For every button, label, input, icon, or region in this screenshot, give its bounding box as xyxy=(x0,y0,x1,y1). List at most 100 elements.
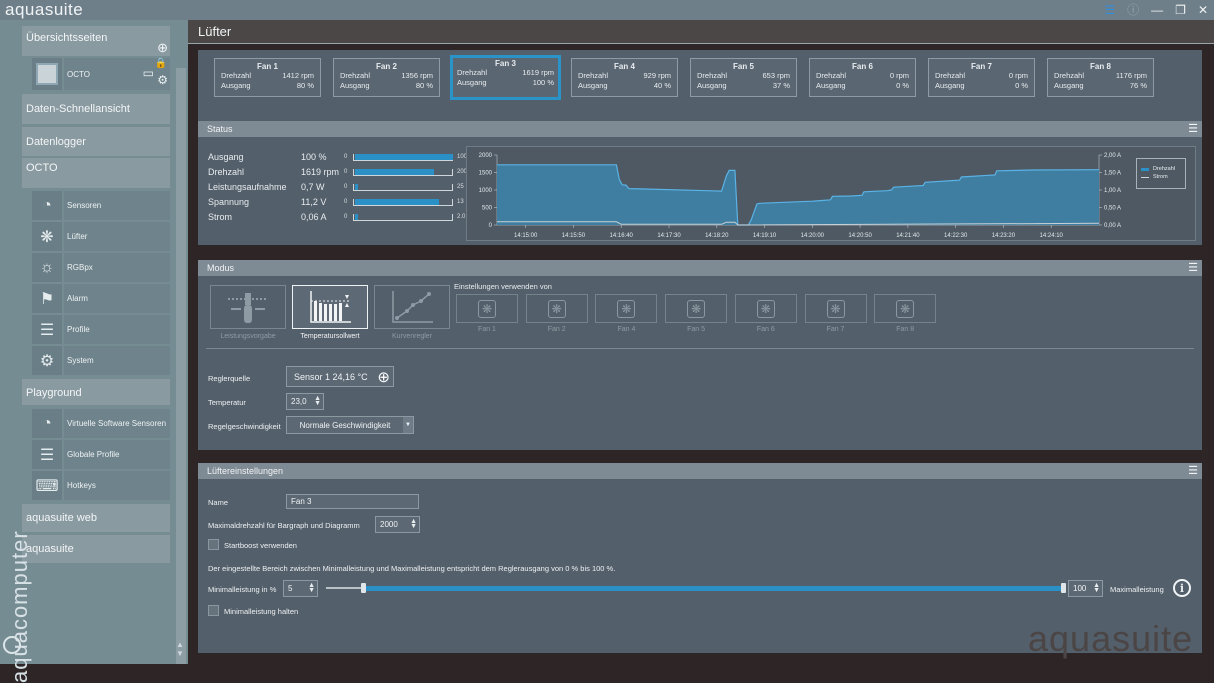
info-icon[interactable]: ⓘ xyxy=(1127,2,1139,18)
temperature-stepper[interactable]: 23,0 ▲ ▼ xyxy=(286,393,324,410)
fan-overview-panel: Fan 1 Drehzahl 1412 rpm Ausgang 80 % Fan 2 … xyxy=(198,50,1202,128)
bar-min: 0 xyxy=(344,214,348,220)
sidebar-overview-octo[interactable]: OCTO ▭ 🔒 ⚙ xyxy=(32,58,170,90)
fan-card[interactable]: Fan 7 Drehzahl 0 rpm Ausgang 0 % xyxy=(928,58,1035,97)
hold-min-label: Minimalleistung halten xyxy=(224,607,299,616)
curve-chart-icon xyxy=(392,291,433,323)
spin-arrows-icon[interactable]: ▲ ▼ xyxy=(410,518,417,530)
source-fan-label: Fan 5 xyxy=(687,326,706,333)
rpm-value: 929 rpm xyxy=(643,71,671,80)
status-label: Spannung xyxy=(208,197,250,207)
add-icon[interactable]: ⊕ xyxy=(157,40,168,56)
y-left-tick-label: 0 xyxy=(489,223,493,229)
min-stepper[interactable]: 5 ▲ ▼ xyxy=(283,580,318,597)
sidebar-device-octo[interactable]: OCTO xyxy=(22,158,170,188)
spin-arrows-icon[interactable]: ▲ ▼ xyxy=(314,395,321,407)
source-fan-button[interactable]: ❋ xyxy=(874,294,937,323)
lock-icon[interactable]: 🔒 xyxy=(155,58,167,69)
slider-fill xyxy=(363,586,1066,591)
slider-min-thumb[interactable] xyxy=(361,583,366,593)
sidebar-item-global-profiles[interactable]: ☰ Globale Profile xyxy=(32,440,170,469)
sidebar-item-virtual-sensors[interactable]: ◔ Virtuelle Software Sensoren xyxy=(32,409,170,438)
sidebar-item-system[interactable]: ⚙ System xyxy=(32,346,170,375)
sidebar-datalogger[interactable]: Datenlogger xyxy=(22,127,170,156)
menu-icon[interactable]: ☰ xyxy=(1188,261,1198,274)
y-right-tick-label: 1,00 A xyxy=(1104,188,1121,194)
chart-legend: Drehzahl Strom xyxy=(1136,158,1186,189)
minimize-icon[interactable]: — xyxy=(1151,2,1163,18)
fan-card[interactable]: Fan 4 Drehzahl 929 rpm Ausgang 40 % xyxy=(571,58,678,97)
source-fan-button[interactable]: ❋ xyxy=(595,294,658,323)
sidebar-aquasuite[interactable]: aquasuite xyxy=(22,535,170,563)
fan-card[interactable]: Fan 5 Drehzahl 653 rpm Ausgang 37 % xyxy=(690,58,797,97)
mode-leistungsvorgabe-button[interactable] xyxy=(210,285,286,329)
fan-name: Fan 5 xyxy=(733,62,754,71)
status-row: Strom 0,06 A 0 2.0 xyxy=(208,211,465,223)
add-source-icon[interactable]: ⊕ xyxy=(377,368,390,386)
bar-max: 25 xyxy=(457,184,464,190)
spin-arrows-icon[interactable]: ▲ ▼ xyxy=(308,582,315,594)
hold-min-checkbox[interactable] xyxy=(208,605,219,616)
scroll-arrows-icon[interactable]: ▲ ▼ xyxy=(176,640,184,658)
sidebar-playground[interactable]: Playground xyxy=(22,379,170,405)
output-label: Ausgang xyxy=(935,81,965,90)
sidebar-item-luefter[interactable]: ❋ Lüfter xyxy=(32,222,170,251)
title-bar: aquasuite ☰ ⓘ — ❐ ✕ xyxy=(0,0,1214,20)
source-fan-button[interactable]: ❋ xyxy=(665,294,728,323)
output-value: 0 % xyxy=(896,81,909,90)
output-label: Ausgang xyxy=(457,78,487,87)
sidebar-overview[interactable]: Übersichtsseiten ⊕ xyxy=(22,26,170,56)
source-fan-button[interactable]: ❋ xyxy=(456,294,518,323)
menu-icon[interactable]: ☰ xyxy=(1188,464,1198,477)
keyboard-icon: ⌨ xyxy=(32,471,62,500)
mode-panel: Modus ☰ Leistungsvorgabe Temperatursollwe… xyxy=(198,260,1202,450)
name-input[interactable]: Fan 3 xyxy=(286,494,419,509)
rpm-value: 1356 rpm xyxy=(401,71,433,80)
status-value: 1619 rpm xyxy=(301,167,340,177)
fan-card[interactable]: Fan 3 Drehzahl 1619 rpm Ausgang 100 % xyxy=(450,55,561,100)
mode-kurvenregler-button[interactable] xyxy=(374,285,450,329)
sidebar-item-hotkeys[interactable]: ⌨ Hotkeys xyxy=(32,471,170,500)
sidebar-scrollbar[interactable] xyxy=(176,68,186,664)
sidebar-quickview[interactable]: Daten-Schnellansicht xyxy=(22,94,170,124)
close-icon[interactable]: ✕ xyxy=(1198,2,1208,18)
fan-card[interactable]: Fan 1 Drehzahl 1412 rpm Ausgang 80 % xyxy=(214,58,321,97)
x-tick-label: 14:19:10 xyxy=(753,233,777,239)
source-select[interactable]: Sensor 1 24,16 °C ⊕ xyxy=(286,366,394,387)
source-fan-button[interactable]: ❋ xyxy=(525,294,588,323)
source-fan-label: Fan 8 xyxy=(896,326,915,333)
status-label: Leistungsaufnahme xyxy=(208,182,287,192)
rpm-label: Drehzahl xyxy=(221,71,252,80)
sidebar-item-sensoren[interactable]: ◔ Sensoren xyxy=(32,191,170,220)
max-stepper[interactable]: 100 ▲ ▼ xyxy=(1068,580,1103,597)
info-icon[interactable]: i xyxy=(1173,579,1191,597)
mode-temperatursollwert-button[interactable] xyxy=(292,285,368,329)
speed-label: Regelgeschwindigkeit xyxy=(208,422,281,431)
slider-max-thumb[interactable] xyxy=(1061,583,1066,593)
source-fan-button[interactable]: ❋ xyxy=(804,294,867,323)
sidebar-item-alarm[interactable]: ⚑ Alarm xyxy=(32,284,170,313)
restore-icon[interactable]: ❐ xyxy=(1175,2,1186,18)
bar-min: 0 xyxy=(344,169,348,175)
sidebar-aquasuite-web[interactable]: aquasuite web xyxy=(22,504,170,532)
sidebar-item-profile[interactable]: ☰ Profile xyxy=(32,315,170,344)
fan-card[interactable]: Fan 6 Drehzahl 0 rpm Ausgang 0 % xyxy=(809,58,916,97)
speed-dropdown[interactable]: Normale Geschwindigkeit ▼ xyxy=(286,416,414,434)
layers-icon[interactable]: ☰ xyxy=(1104,2,1115,18)
fan-card[interactable]: Fan 2 Drehzahl 1356 rpm Ausgang 80 % xyxy=(333,58,440,97)
fan-card[interactable]: Fan 8 Drehzahl 1176 rpm Ausgang 76 % xyxy=(1047,58,1154,97)
monitor-icon[interactable]: ▭ xyxy=(143,66,154,80)
gear-icon[interactable]: ⚙ xyxy=(157,73,168,87)
menu-icon[interactable]: ☰ xyxy=(1188,122,1198,135)
bar-min: 0 xyxy=(344,184,348,190)
x-tick-label: 14:22:30 xyxy=(944,233,968,239)
bulb-icon: ☼ xyxy=(32,253,62,282)
spin-arrows-icon[interactable]: ▲ ▼ xyxy=(1093,582,1100,594)
sidebar-item-rgbpx[interactable]: ☼ RGBpx xyxy=(32,253,170,282)
source-fan-button[interactable]: ❋ xyxy=(734,294,797,323)
startboost-checkbox[interactable] xyxy=(208,539,219,550)
range-slider[interactable] xyxy=(326,581,1066,595)
maxrpm-stepper[interactable]: 2000 ▲ ▼ xyxy=(375,516,420,533)
rpm-label: Drehzahl xyxy=(697,71,728,80)
chevron-down-icon[interactable]: ▼ xyxy=(403,417,413,433)
